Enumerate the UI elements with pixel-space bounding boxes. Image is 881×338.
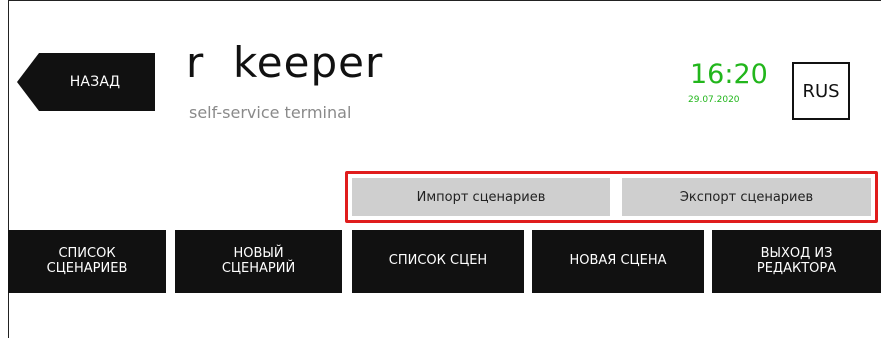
nav-scenario-list-button[interactable]: СПИСОК СЦЕНАРИЕВ — [8, 230, 166, 293]
language-label: RUS — [802, 80, 840, 102]
brand-tagline: self-service terminal — [189, 103, 352, 122]
back-button[interactable]: НАЗАД — [17, 53, 155, 111]
export-scenarios-button[interactable]: Экспорт сценариев — [622, 178, 871, 216]
nav-new-scenario-label: НОВЫЙ СЦЕНАРИЙ — [221, 245, 296, 276]
export-scenarios-label: Экспорт сценариев — [679, 189, 814, 205]
nav-new-scene-label: НОВАЯ СЦЕНА — [569, 253, 667, 269]
back-button-label: НАЗАД — [69, 74, 121, 90]
nav-exit-editor-button[interactable]: ВЫХОД ИЗ РЕДАКТОРА — [712, 230, 881, 293]
nav-new-scenario-button[interactable]: НОВЫЙ СЦЕНАРИЙ — [175, 230, 342, 293]
import-scenarios-button[interactable]: Импорт сценариев — [352, 178, 610, 216]
language-button[interactable]: RUS — [792, 62, 850, 120]
nav-new-scene-button[interactable]: НОВАЯ СЦЕНА — [532, 230, 704, 293]
nav-scenario-list-label: СПИСОК СЦЕНАРИЕВ — [46, 245, 128, 276]
editor-nav-bar: СПИСОК СЦЕНАРИЕВ НОВЫЙ СЦЕНАРИЙ СПИСОК С… — [0, 230, 881, 293]
import-scenarios-label: Импорт сценариев — [416, 189, 546, 205]
clock-date: 29.07.2020 — [688, 95, 740, 105]
nav-scene-list-button[interactable]: СПИСОК СЦЕН — [352, 230, 524, 293]
nav-exit-editor-label: ВЫХОД ИЗ РЕДАКТОРА — [756, 245, 837, 276]
brand-logo: r keeper — [186, 38, 384, 87]
clock-time: 16:20 — [690, 59, 768, 90]
nav-scene-list-label: СПИСОК СЦЕН — [388, 253, 488, 269]
